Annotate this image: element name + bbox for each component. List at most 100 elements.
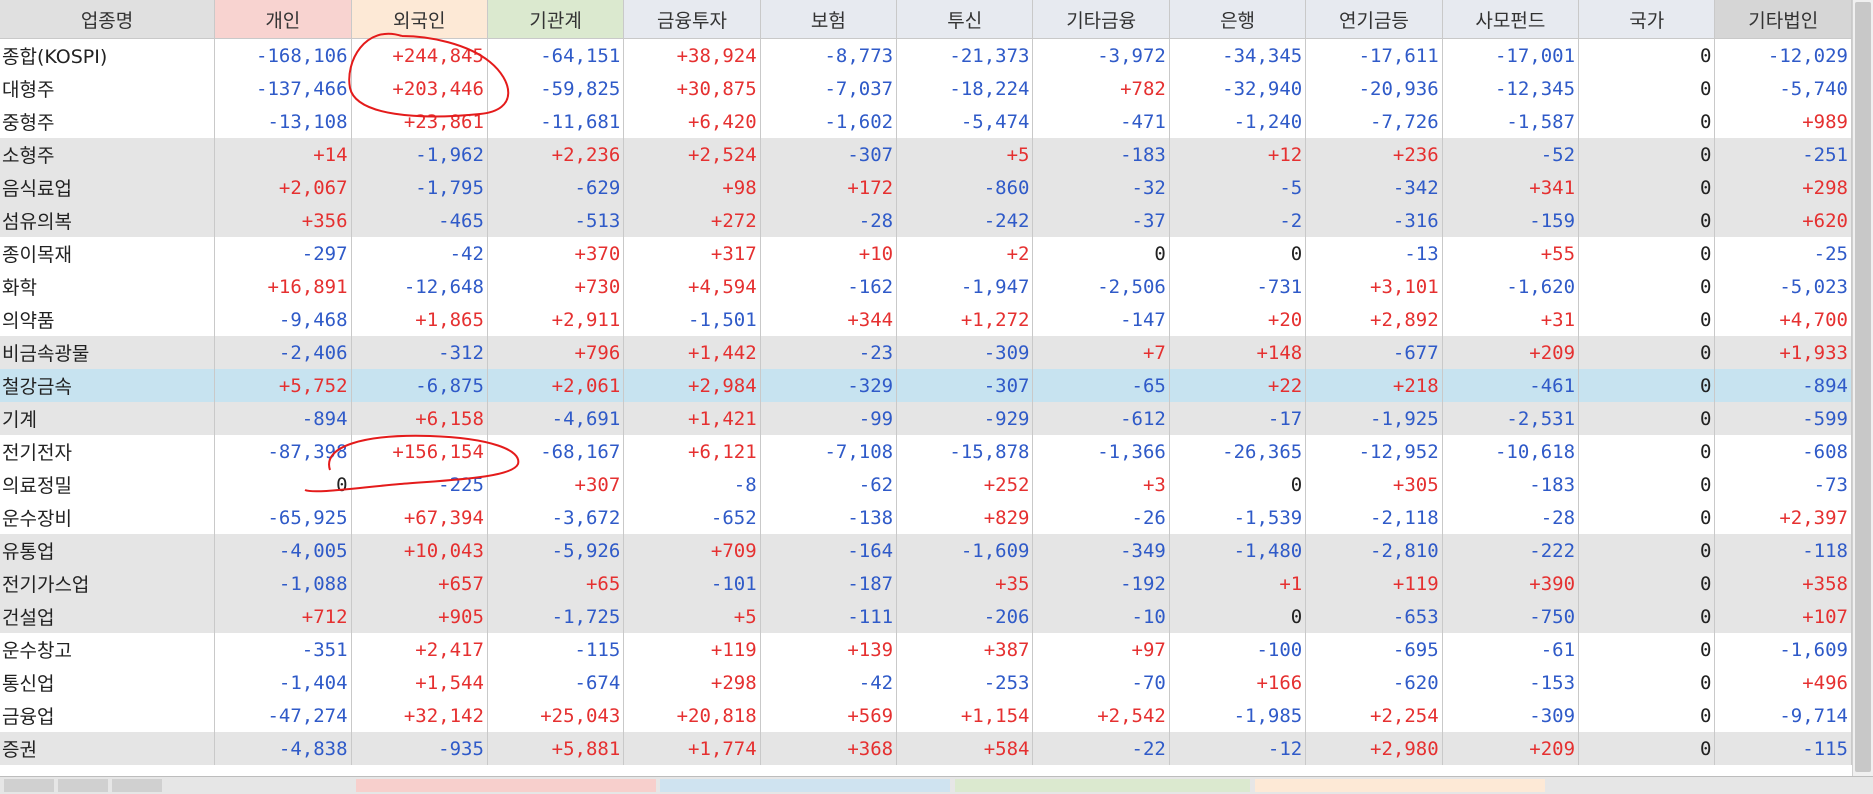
- table-row[interactable]: 중형주 -13,108 +23,861 -11,681 +6,420 -1,602 -5,4…: [0, 105, 1852, 138]
- value-cell-insurance: -8,773: [760, 38, 898, 72]
- column-header-investment-trust[interactable]: 투신: [896, 0, 1034, 39]
- value-cell-foreign: +67,394: [351, 501, 488, 534]
- column-header-other-corp[interactable]: 기타법인: [1714, 0, 1852, 39]
- value-cell-private-fund: -461: [1442, 369, 1580, 402]
- table-row[interactable]: 유통업 -4,005 +10,043 -5,926 +709 -164 -1,609 -349…: [0, 534, 1852, 567]
- value-cell-private-fund: -183: [1442, 468, 1580, 501]
- value-cell-other-corp: -73: [1714, 468, 1852, 501]
- scrollbar-thumb[interactable]: [1855, 2, 1871, 772]
- value-cell-institution: +5,881: [487, 732, 625, 765]
- table-row[interactable]: 종합(KOSPI) -168,106 +244,845 -64,151 +38,924-…: [0, 38, 1852, 72]
- column-header-insurance[interactable]: 보험: [760, 0, 898, 39]
- table-row[interactable]: 음식료업 +2,067 -1,795 -629 +98 +172 -860 -32 -5 -342…: [0, 171, 1852, 204]
- value-cell-private-fund: -10,618: [1442, 435, 1580, 468]
- column-header-sector[interactable]: 업종명: [0, 0, 216, 39]
- value-cell-other-corp: +620: [1714, 204, 1852, 237]
- sector-name-cell: 유통업: [0, 534, 216, 567]
- value-cell-investment-trust: +1,154: [896, 699, 1034, 732]
- value-cell-institution: +65: [487, 567, 625, 600]
- value-cell-insurance: -23: [760, 336, 898, 369]
- value-cell-pension: -7,726: [1305, 105, 1443, 138]
- value-cell-insurance: -28: [760, 204, 898, 237]
- table-row[interactable]: 소형주 +14 -1,962 +2,236 +2,524 -307 +5 -183 +12 +23…: [0, 138, 1852, 171]
- sector-name-cell: 음식료업: [0, 171, 216, 204]
- column-header-other-finance[interactable]: 기타금융: [1032, 0, 1170, 39]
- table-row[interactable]: 통신업 -1,404 +1,544 -674 +298 -42 -253 -70 +166 -62…: [0, 666, 1852, 699]
- column-header-financial-investment[interactable]: 금융투자: [623, 0, 761, 39]
- value-cell-other-corp: -115: [1714, 732, 1852, 765]
- sector-name-cell: 의료정밀: [0, 468, 216, 501]
- table-row[interactable]: 화학 +16,891 -12,648 +730 +4,594 -162 -1,947 -2,5…: [0, 270, 1852, 303]
- table-row[interactable]: 전기전자 -87,398 +156,154 -68,167 +6,121 -7,108 -1…: [0, 435, 1852, 468]
- table-row[interactable]: 대형주 -137,466 +203,446 -59,825 +30,875 -7,037-…: [0, 72, 1852, 105]
- value-cell-individual: -894: [214, 402, 352, 435]
- table-row[interactable]: 증권 -4,838 -935 +5,881 +1,774 +368 +584 -22 -12 +2…: [0, 732, 1852, 765]
- value-cell-bank: +12: [1169, 138, 1307, 171]
- value-cell-individual: 0: [214, 468, 352, 501]
- value-cell-financial-investment: +1,442: [623, 336, 761, 369]
- value-cell-foreign: -935: [351, 732, 488, 765]
- value-cell-institution: -674: [487, 666, 625, 699]
- value-cell-government: 0: [1578, 270, 1716, 303]
- value-cell-financial-investment: +6,420: [623, 105, 761, 138]
- value-cell-institution: -68,167: [487, 435, 625, 468]
- value-cell-investment-trust: -206: [896, 600, 1034, 633]
- value-cell-other-finance: -349: [1032, 534, 1170, 567]
- value-cell-individual: -13,108: [214, 105, 352, 138]
- table-row[interactable]: 기계 -894 +6,158 -4,691 +1,421 -99 -929 -612 -17 -1…: [0, 402, 1852, 435]
- value-cell-individual: -9,468: [214, 303, 352, 336]
- value-cell-bank: -731: [1169, 270, 1307, 303]
- value-cell-institution: -64,151: [487, 38, 625, 72]
- value-cell-financial-investment: +272: [623, 204, 761, 237]
- table-row[interactable]: 비금속광물 -2,406 -312 +796 +1,442 -23 -309 +7 +148 -6…: [0, 336, 1852, 369]
- value-cell-government: 0: [1578, 171, 1716, 204]
- value-cell-private-fund: -52: [1442, 138, 1580, 171]
- table-row[interactable]: 운수장비 -65,925 +67,394 -3,672 -652 -138 +829 -26-…: [0, 501, 1852, 534]
- table-row[interactable]: 의료정밀 0 -225 +307 -8 -62 +252 +3 0 +305 -183 0 -73: [0, 468, 1852, 501]
- value-cell-insurance: +344: [760, 303, 898, 336]
- column-header-institution[interactable]: 기관계: [487, 0, 625, 39]
- value-cell-other-finance: -37: [1032, 204, 1170, 237]
- value-cell-financial-investment: +298: [623, 666, 761, 699]
- value-cell-government: 0: [1578, 633, 1716, 666]
- value-cell-financial-investment: -8: [623, 468, 761, 501]
- value-cell-insurance: -7,108: [760, 435, 898, 468]
- value-cell-insurance: -62: [760, 468, 898, 501]
- value-cell-investment-trust: +829: [896, 501, 1034, 534]
- column-header-private-fund[interactable]: 사모펀드: [1442, 0, 1580, 39]
- value-cell-pension: -695: [1305, 633, 1443, 666]
- bottom-tab-1[interactable]: [4, 779, 54, 792]
- value-cell-other-finance: -612: [1032, 402, 1170, 435]
- value-cell-investment-trust: +387: [896, 633, 1034, 666]
- value-cell-investment-trust: -860: [896, 171, 1034, 204]
- column-header-individual[interactable]: 개인: [214, 0, 352, 39]
- column-header-foreign[interactable]: 외국인: [351, 0, 488, 39]
- table-row[interactable]: 건설업 +712 +905 -1,725 +5 -111 -206 -10 0 -653 -750 0…: [0, 600, 1852, 633]
- column-header-pension[interactable]: 연기금등: [1305, 0, 1443, 39]
- value-cell-investment-trust: +1,272: [896, 303, 1034, 336]
- table-row[interactable]: 의약품 -9,468 +1,865 +2,911 -1,501 +344 +1,272 -14…: [0, 303, 1852, 336]
- vertical-scrollbar[interactable]: [1852, 0, 1873, 776]
- bottom-tab-2[interactable]: [58, 779, 108, 792]
- table-row[interactable]: 금융업 -47,274 +32,142 +25,043 +20,818 +569 +1,15…: [0, 699, 1852, 732]
- value-cell-other-finance: +782: [1032, 72, 1170, 105]
- value-cell-other-corp: -251: [1714, 138, 1852, 171]
- table-row[interactable]: 철강금속 +5,752 -6,875 +2,061 +2,984 -329 -307 -65 +…: [0, 369, 1852, 402]
- bottom-panel-strip: [0, 776, 1873, 794]
- value-cell-individual: +712: [214, 600, 352, 633]
- value-cell-pension: +236: [1305, 138, 1443, 171]
- value-cell-financial-investment: +2,984: [623, 369, 761, 402]
- value-cell-individual: +16,891: [214, 270, 352, 303]
- value-cell-foreign: -312: [351, 336, 488, 369]
- value-cell-financial-investment: +30,875: [623, 72, 761, 105]
- table-row[interactable]: 섬유의복 +356 -465 -513 +272 -28 -242 -37 -2 -316 -159…: [0, 204, 1852, 237]
- column-header-bank[interactable]: 은행: [1169, 0, 1307, 39]
- value-cell-insurance: -307: [760, 138, 898, 171]
- column-header-government[interactable]: 국가: [1578, 0, 1716, 39]
- bottom-tab-3[interactable]: [112, 779, 162, 792]
- value-cell-pension: -2,118: [1305, 501, 1443, 534]
- table-row[interactable]: 전기가스업 -1,088 +657 +65 -101 -187 +35 -192 +1 +119 +…: [0, 567, 1852, 600]
- value-cell-other-finance: 0: [1032, 237, 1170, 270]
- table-row[interactable]: 운수창고 -351 +2,417 -115 +119 +139 +387 +97 -100 -69…: [0, 633, 1852, 666]
- table-row[interactable]: 종이목재 -297 -42 +370 +317 +10 +2 0 0 -13 +55 0 -25: [0, 237, 1852, 270]
